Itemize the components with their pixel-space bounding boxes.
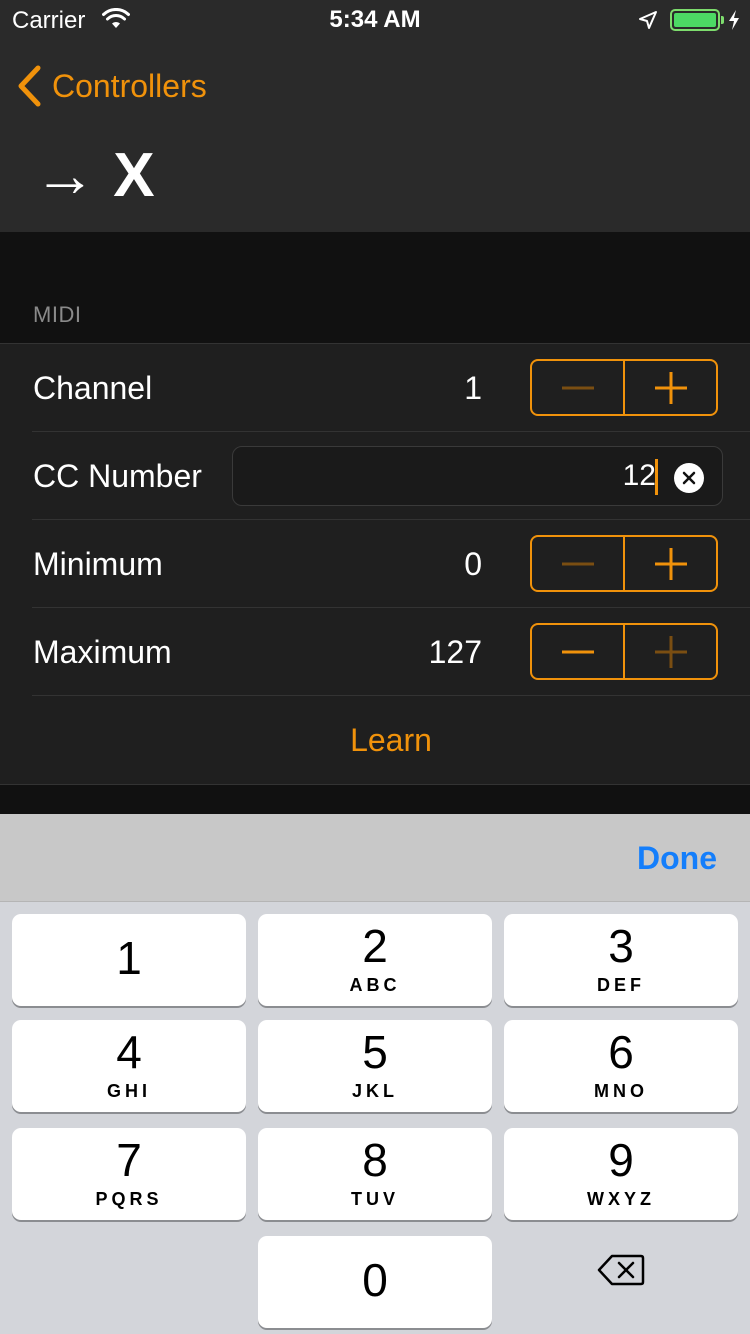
key-number: 7: [116, 1134, 142, 1186]
key-number: 4: [116, 1026, 142, 1078]
key-8[interactable]: 8 TUV: [258, 1128, 492, 1220]
minimum-decrement-button[interactable]: [532, 537, 623, 590]
charging-bolt-icon: [729, 10, 739, 30]
cc-number-label: CC Number: [33, 458, 202, 494]
cc-number-input[interactable]: [243, 453, 656, 499]
channel-label: Channel: [33, 370, 153, 406]
section-header-midi: MIDI: [33, 302, 82, 327]
channel-stepper: [530, 359, 718, 416]
text-cursor: [655, 459, 658, 495]
battery-cap: [721, 16, 724, 24]
key-letters: GHI: [106, 1081, 151, 1101]
status-bar: Carrier 5:34 AM: [0, 0, 750, 40]
key-1[interactable]: 1: [12, 914, 246, 1006]
maximum-row: Maximum 127: [32, 608, 750, 696]
learn-button[interactable]: Learn: [32, 696, 750, 784]
minimum-label: Minimum: [33, 546, 163, 582]
close-icon: [682, 471, 696, 485]
minus-icon: [561, 386, 594, 389]
minimum-stepper: [530, 535, 718, 592]
minus-icon: [561, 562, 594, 565]
minimum-value: 0: [464, 546, 482, 582]
key-letters: MNO: [594, 1081, 648, 1101]
back-button[interactable]: Controllers: [16, 62, 207, 110]
plus-icon: [654, 371, 687, 404]
done-button[interactable]: Done: [637, 814, 717, 902]
cc-number-row: CC Number: [32, 432, 750, 520]
key-number: 0: [362, 1254, 388, 1306]
keyboard-accessory-bar: Done: [0, 814, 750, 902]
key-0[interactable]: 0: [258, 1236, 492, 1328]
plus-icon: [654, 547, 687, 580]
key-3[interactable]: 3 DEF: [504, 914, 738, 1006]
minimum-increment-button[interactable]: [623, 537, 716, 590]
chevron-left-icon: [18, 65, 41, 107]
maximum-value: 127: [428, 634, 482, 670]
key-letters: DEF: [597, 975, 645, 995]
key-2[interactable]: 2 ABC: [258, 914, 492, 1006]
key-letters: WXYZ: [587, 1189, 655, 1209]
key-letters: TUV: [351, 1189, 399, 1209]
minus-icon: [561, 650, 594, 653]
maximum-label: Maximum: [33, 634, 172, 670]
cc-number-field-container: [232, 446, 723, 506]
backspace-icon: [597, 1254, 645, 1286]
key-number: 1: [116, 932, 142, 984]
channel-increment-button[interactable]: [623, 361, 716, 414]
key-number: 9: [608, 1134, 634, 1186]
page-title: → X: [34, 141, 155, 210]
minimum-row: Minimum 0: [32, 520, 750, 608]
location-arrow-icon: [639, 11, 657, 29]
midi-settings-table: Channel 1 CC Number 12 Minimum 0 Maximum…: [0, 343, 750, 785]
key-letters: PQRS: [95, 1189, 163, 1209]
maximum-decrement-button[interactable]: [532, 625, 623, 678]
maximum-increment-button[interactable]: [623, 625, 716, 678]
battery-icon: [670, 9, 720, 31]
back-button-label: Controllers: [52, 67, 207, 104]
channel-row: Channel 1: [32, 344, 750, 432]
maximum-stepper: [530, 623, 718, 680]
navigation-bar: Controllers → X: [0, 40, 750, 232]
key-letters: JKL: [351, 1081, 398, 1101]
key-number: 6: [608, 1026, 634, 1078]
key-letters: ABC: [349, 975, 401, 995]
key-5[interactable]: 5 JKL: [258, 1020, 492, 1112]
plus-icon: [654, 635, 687, 668]
number-keyboard: Done 1 2 ABC 3 DEF 4 GHI 5 JKL 6 MNO 7 P…: [0, 814, 750, 1334]
delete-key[interactable]: [504, 1224, 738, 1316]
key-number: 8: [362, 1134, 388, 1186]
key-9[interactable]: 9 WXYZ: [504, 1128, 738, 1220]
key-number: 5: [362, 1026, 388, 1078]
number-pad: 1 2 ABC 3 DEF 4 GHI 5 JKL 6 MNO 7 PQRS 8…: [0, 902, 750, 1334]
key-4[interactable]: 4 GHI: [12, 1020, 246, 1112]
clear-text-button[interactable]: [674, 463, 704, 493]
channel-decrement-button[interactable]: [532, 361, 623, 414]
key-number: 3: [608, 920, 634, 972]
channel-value: 1: [464, 370, 482, 406]
key-6[interactable]: 6 MNO: [504, 1020, 738, 1112]
settings-content: MIDI Channel 1 CC Number 12 Minimum 0 Ma…: [0, 232, 750, 814]
key-number: 2: [362, 920, 388, 972]
key-7[interactable]: 7 PQRS: [12, 1128, 246, 1220]
